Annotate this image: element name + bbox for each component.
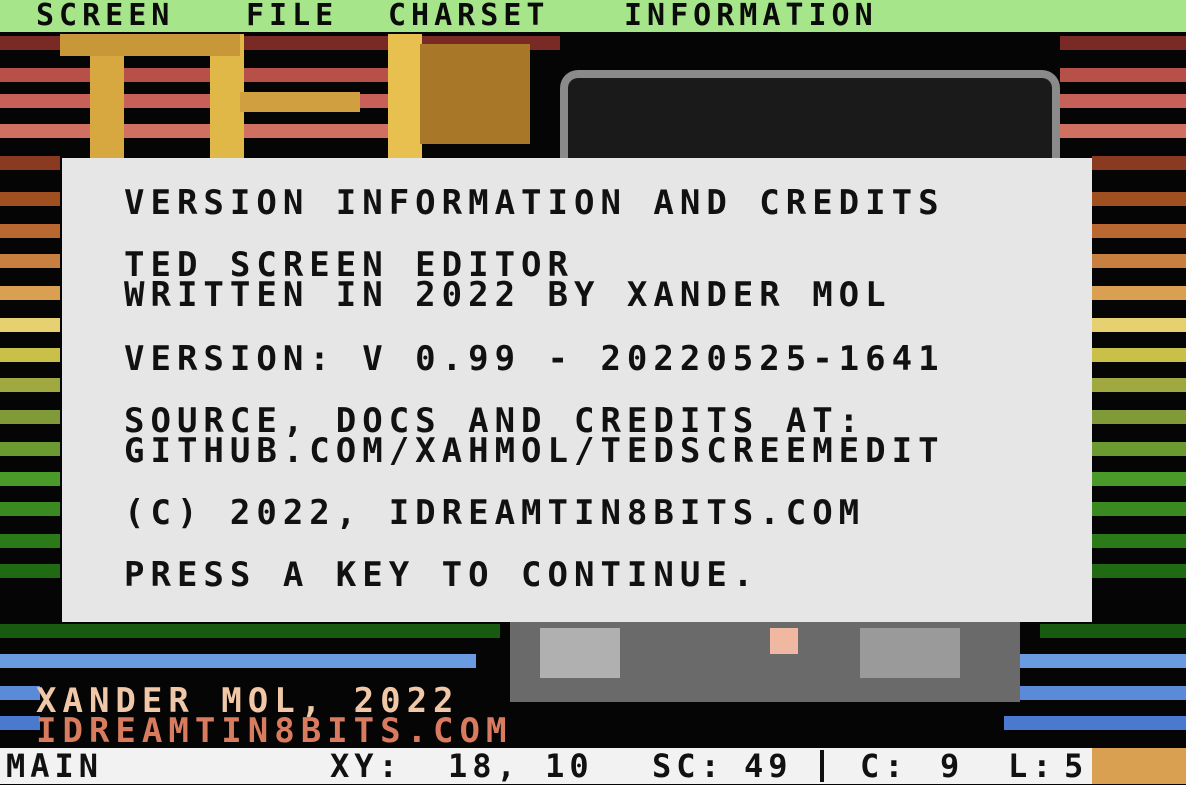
status-l-label: L: (1008, 747, 1057, 785)
menu-item-charset[interactable]: CHARSET (388, 0, 549, 32)
status-sc-value: 49 (744, 747, 793, 785)
menu-item-information[interactable]: INFORMATION (624, 0, 878, 32)
status-color-swatch (1092, 748, 1186, 784)
status-xy-label: XY: (330, 747, 403, 785)
dialog-version: VERSION: V 0.99 - 20220525-1641 (124, 339, 945, 379)
dialog-author: WRITTEN IN 2022 BY XANDER MOL (124, 275, 892, 315)
dialog-url: GITHUB.COM/XAHMOL/TEDSCREEMEDIT (124, 431, 945, 471)
menu-item-screen[interactable]: SCREEN (36, 0, 174, 32)
art-credit-website: IDREAMTIN8BITS.COM (36, 711, 513, 751)
status-bar: MAIN XY: 18, 10 SC: 49 C: 9 L: 5 (0, 748, 1186, 784)
status-xy-value: 18, 10 (448, 747, 594, 785)
status-sc-label: SC: (652, 747, 725, 785)
status-c-label: C: (860, 747, 909, 785)
status-c-value: 9 (940, 747, 965, 785)
status-separator (820, 750, 824, 782)
status-mode: MAIN (6, 747, 104, 785)
dialog-title: VERSION INFORMATION AND CREDITS (124, 183, 945, 223)
dialog-continue-prompt[interactable]: PRESS A KEY TO CONTINUE. (124, 558, 759, 592)
menu-bar: SCREEN FILE CHARSET INFORMATION (0, 0, 1186, 32)
status-l-value: 5 (1064, 747, 1089, 785)
dialog-copyright: (C) 2022, IDREAMTIN8BITS.COM (124, 493, 866, 533)
menu-item-file[interactable]: FILE (246, 0, 338, 32)
info-dialog: VERSION INFORMATION AND CREDITS TED SCRE… (62, 158, 1092, 622)
